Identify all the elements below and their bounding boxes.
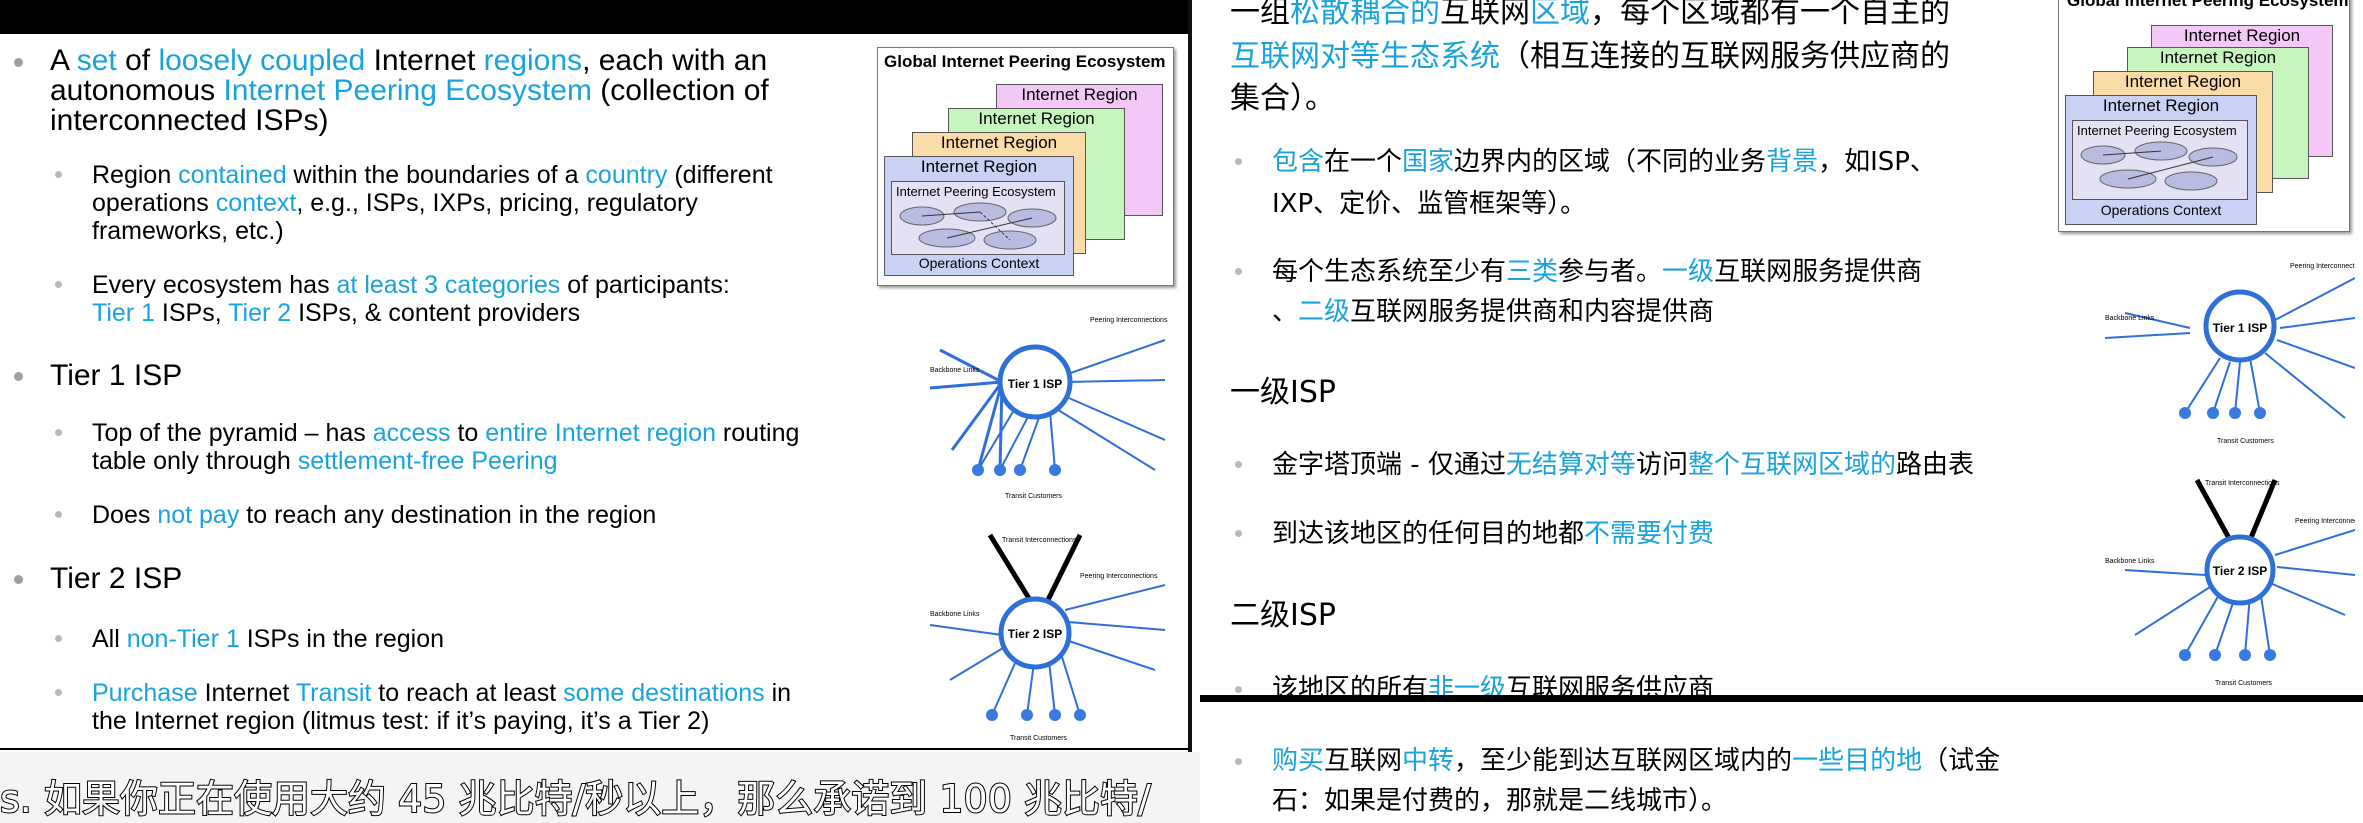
- peering-label: Peering Interconnections: [1080, 573, 1158, 580]
- cn-region-line-1: 包含在一个国家边界内的区域（不同的业务背景，如ISP、: [1272, 147, 1936, 177]
- divider: [1200, 695, 2363, 702]
- cn-region-line-2: IXP、定价、监管框架等）。: [1272, 189, 1587, 219]
- window-border: [1188, 0, 1192, 760]
- peering-label: Peering Interconnections: [2295, 518, 2355, 525]
- categories-bullet-line-1: Every ecosystem has at least 3 categorie…: [92, 271, 730, 299]
- intro-line-3: 集合）。: [1230, 81, 1335, 116]
- cn-categories-line-2: 、二级互联网服务提供商和内容提供商: [1272, 297, 1715, 327]
- sub-bullet-dot: [1235, 686, 1242, 693]
- ecosystem-figure: Global Internet Peering Ecosystem Intern…: [877, 47, 1174, 286]
- sub-bullet-dot: [1235, 758, 1242, 765]
- tier1-isp-diagram: Tier 1 ISP Peering Interconnections Back…: [2105, 263, 2355, 445]
- region-label: Internet Region: [2183, 26, 2301, 45]
- sub-bullet-dot: [1235, 158, 1242, 165]
- cn-tier2-heading: 二级ISP: [1230, 598, 1336, 633]
- ecosystem-label: Internet Peering Ecosystem: [2077, 123, 2237, 138]
- tier1-node-label: Tier 1 ISP: [2213, 321, 2267, 335]
- categories-bullet-line-2: Tier 1 ISPs, Tier 2 ISPs, & content prov…: [92, 299, 581, 327]
- tier1-nopay-line: Does not pay to reach any destination in…: [92, 501, 657, 529]
- transit-interconnections-label: Transit Interconnections: [1002, 537, 1077, 544]
- tier1-pyramid-line-2: table only through settlement-free Peeri…: [92, 447, 558, 475]
- slide-title-bar: [0, 0, 1190, 34]
- region-bullet-line-2: operations context, e.g., ISPs, IXPs, pr…: [92, 189, 698, 217]
- cn-tier1-nopay-line: 到达该地区的任何目的地都不需要付费: [1272, 519, 1715, 549]
- backbone-label: Backbone Links: [930, 367, 980, 374]
- bullet-dot: [14, 372, 23, 381]
- tier1-node-label: Tier 1 ISP: [1008, 377, 1062, 391]
- divider: [0, 748, 1190, 750]
- peering-label: Peering Interconnections: [2290, 263, 2355, 270]
- tier2-isp-diagram: Tier 2 ISP Transit Interconnections Peer…: [930, 533, 1166, 742]
- region-label: Internet Region: [978, 109, 1095, 128]
- main-bullet-line-2: autonomous Internet Peering Ecosystem (c…: [50, 74, 769, 107]
- english-slide-panel: A set of loosely coupled Internet region…: [0, 0, 1190, 750]
- region-label: Internet Region: [2159, 48, 2277, 67]
- sub-bullet-dot: [55, 171, 62, 178]
- tier2-heading: Tier 2 ISP: [50, 562, 183, 595]
- tier1-isp-diagram: Tier 1 ISP Peering Interconnections Back…: [930, 317, 1168, 500]
- region-label: Internet Region: [940, 133, 1058, 152]
- backbone-label: Backbone Links: [2105, 558, 2155, 565]
- sub-bullet-dot: [1235, 461, 1242, 468]
- transit-customers-label: Transit Customers: [1005, 493, 1062, 500]
- sub-bullet-dot: [55, 635, 62, 642]
- ecosystem-box: Internet Peering Ecosystem: [891, 181, 1065, 255]
- tier2-node-label: Tier 2 ISP: [2213, 564, 2267, 578]
- region-label: Internet Region: [2102, 96, 2220, 115]
- tier2-transit-line-2: the Internet region (litmus test: if it’…: [92, 707, 710, 735]
- region-label: Internet Region: [2124, 72, 2242, 91]
- clouds-illustration: [899, 202, 1057, 250]
- clouds-illustration: [2080, 141, 2238, 191]
- sub-bullet-dot: [55, 511, 62, 518]
- translation-continuation: 购买互联网中转，至少能到达互联网区域内的一些目的地（试金 石：如果是付费的，那就…: [1200, 702, 2363, 823]
- ecosystem-label: Internet Peering Ecosystem: [896, 184, 1056, 199]
- intro-line-2: 互联网对等生态系统（相互连接的互联网服务供应商的: [1230, 39, 1950, 74]
- cn-tier1-heading: 一级ISP: [1230, 375, 1336, 410]
- cn-categories-line-1: 每个生态系统至少有三类参与者。一级互联网服务提供商: [1272, 257, 1923, 287]
- backbone-label: Backbone Links: [930, 611, 980, 618]
- transit-customers-label: Transit Customers: [1010, 735, 1067, 742]
- translation-panel: 一组松散耦合的互联网区域，每个区域都有一个自主的 互联网对等生态系统（相互连接的…: [1200, 0, 2363, 700]
- sub-bullet-dot: [1235, 268, 1242, 275]
- main-bullet-line-1: A set of loosely coupled Internet region…: [50, 44, 768, 77]
- tier2-transit-line-1: Purchase Internet Transit to reach at le…: [92, 679, 792, 707]
- bullet-dot: [14, 575, 23, 584]
- peering-label: Peering Interconnections: [1090, 317, 1168, 324]
- region-label: Internet Region: [1021, 85, 1138, 104]
- tier1-pyramid-line-1: Top of the pyramid – has access to entir…: [92, 419, 800, 447]
- ecosystem-figure-title: Global Internet Peering Ecosystem: [884, 52, 1166, 71]
- region-box: Internet Region Internet Peering Ecosyst…: [884, 156, 1074, 276]
- operations-context-label: Operations Context: [2100, 202, 2222, 218]
- region-box: Internet Region Internet Peering Ecosyst…: [2065, 95, 2257, 225]
- sub-bullet-dot: [1235, 530, 1242, 537]
- sub-bullet-dot: [55, 281, 62, 288]
- transit-customers-label: Transit Customers: [2217, 438, 2274, 445]
- cn-tier1-pyramid-line: 金字塔顶端 - 仅通过无结算对等访问整个互联网区域的路由表: [1272, 450, 1974, 480]
- tier1-heading: Tier 1 ISP: [50, 359, 183, 392]
- tier2-isp-diagram: Tier 2 ISP Transit Interconnections Peer…: [2105, 478, 2355, 687]
- backbone-label: Backbone Links: [2105, 315, 2155, 322]
- region-bullet-line-1: Region contained within the boundaries o…: [92, 161, 773, 189]
- transit-customers-label: Transit Customers: [2215, 680, 2272, 687]
- region-bullet-line-3: frameworks, etc.): [92, 217, 284, 245]
- ecosystem-figure-title: Global Internet Peering Ecosystem: [2067, 0, 2349, 10]
- cn-tier2-transit-line-2: 石：如果是付费的，那就是二线城市）。: [1272, 786, 1728, 816]
- tier2-node-label: Tier 2 ISP: [1008, 627, 1062, 641]
- main-bullet-line-3: interconnected ISPs): [50, 104, 329, 137]
- ecosystem-box: Internet Peering Ecosystem: [2072, 120, 2248, 200]
- video-subtitle: s. 如果你正在使用大约 45 兆比特/秒以上，那么承诺到 100 兆比特/: [0, 776, 1152, 822]
- cn-tier2-transit-line-1: 购买互联网中转，至少能到达互联网区域内的一些目的地（试金: [1272, 746, 2001, 776]
- intro-line-1: 一组松散耦合的互联网区域，每个区域都有一个自主的: [1230, 0, 1950, 30]
- sub-bullet-dot: [55, 429, 62, 436]
- region-label: Internet Region: [920, 157, 1038, 176]
- transit-interconnections-label: Transit Interconnections: [2205, 480, 2280, 487]
- tier2-all-line: All non-Tier 1 ISPs in the region: [92, 625, 445, 653]
- operations-context-label: Operations Context: [918, 255, 1040, 271]
- bullet-dot: [14, 58, 23, 67]
- sub-bullet-dot: [55, 689, 62, 696]
- ecosystem-figure: Global Internet Peering Ecosystem Intern…: [2058, 0, 2350, 232]
